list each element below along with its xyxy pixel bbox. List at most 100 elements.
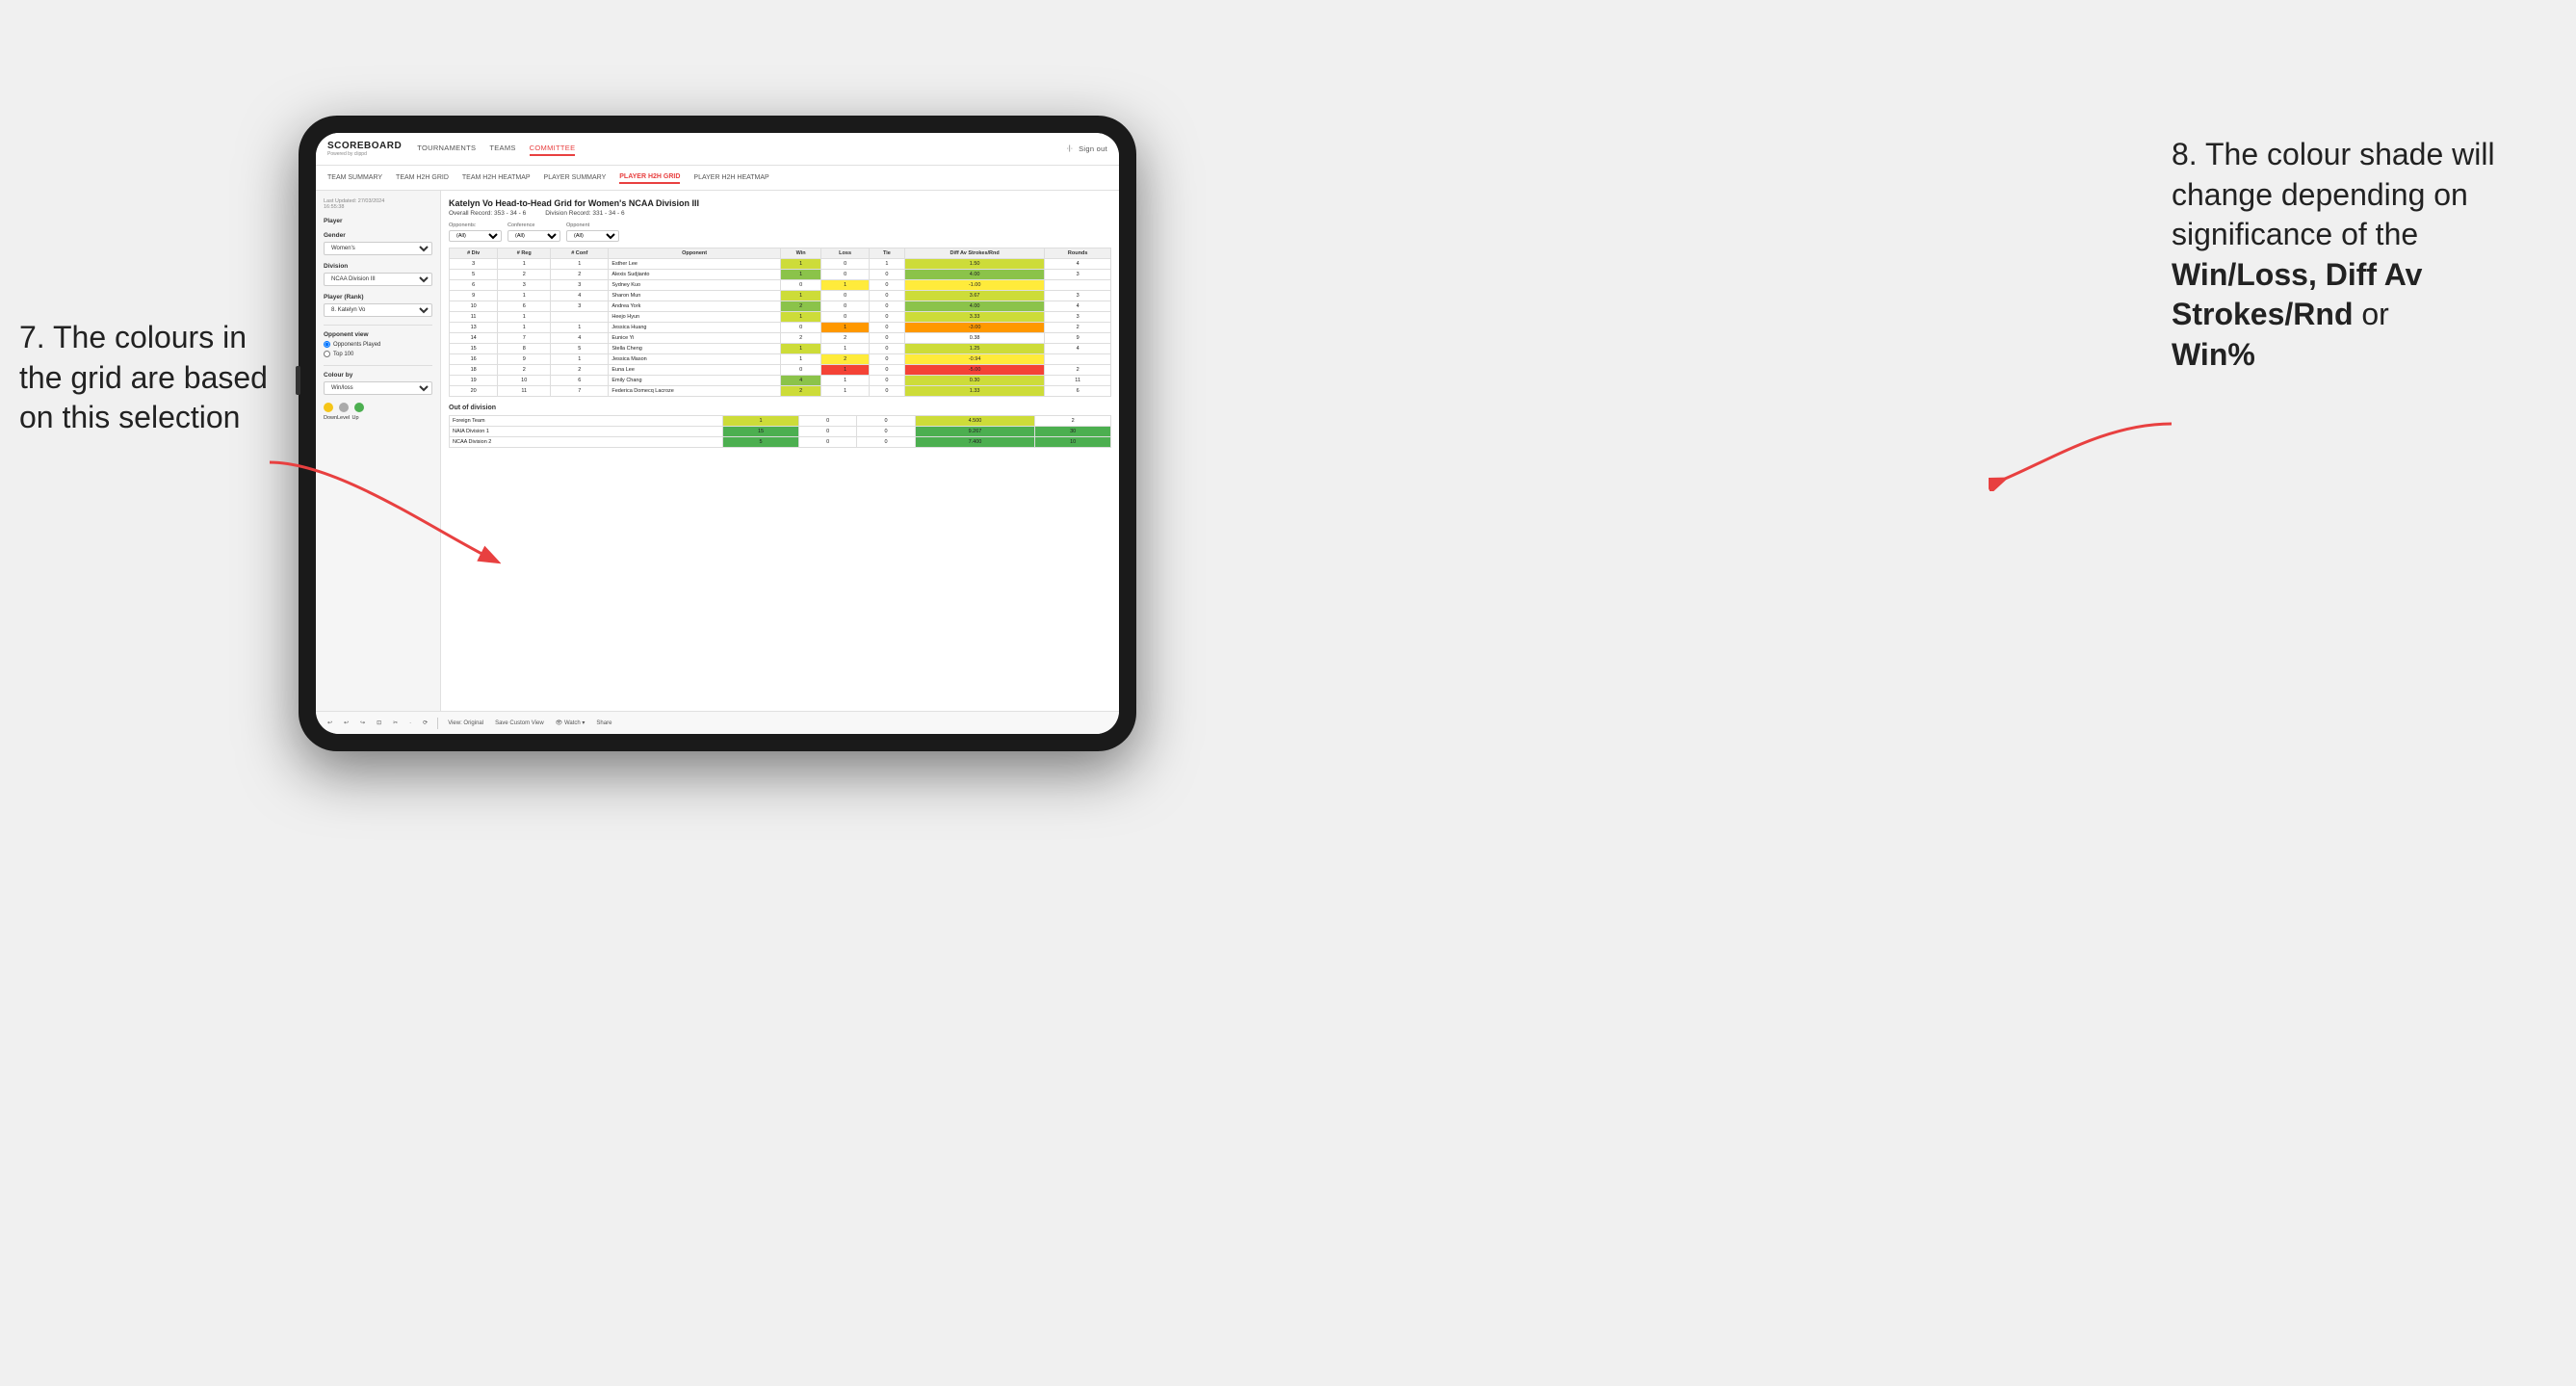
- nav-icon: ·|·: [1067, 145, 1073, 152]
- toolbar-more[interactable]: ·: [405, 719, 415, 728]
- td-diff: -5.00: [904, 365, 1044, 376]
- toolbar-undo[interactable]: ↩: [324, 718, 336, 728]
- filter-opponent-select[interactable]: (All): [566, 230, 619, 242]
- dot-label-level: Level: [337, 415, 347, 421]
- td-name: Foreign Team: [450, 416, 723, 427]
- sidebar-player-section: Player: [324, 218, 432, 224]
- table-row: 6 3 3 Sydney Kuo 0 1 0 -1.00: [450, 280, 1111, 291]
- subnav-player-h2h-grid[interactable]: PLAYER H2H GRID: [619, 171, 680, 184]
- th-loss: Loss: [821, 248, 870, 259]
- td-diff: 0.30: [904, 376, 1044, 386]
- td-div: 20: [450, 386, 498, 397]
- main-content: Last Updated: 27/03/2024 16:55:38 Player…: [316, 191, 1119, 711]
- td-diff: 4.00: [904, 301, 1044, 312]
- td-tie: 0: [869, 323, 904, 333]
- td-name: Esther Lee: [609, 259, 780, 270]
- sidebar-gender-label: Gender: [324, 232, 432, 239]
- subnav-team-h2h-grid[interactable]: TEAM H2H GRID: [396, 172, 449, 183]
- td-name: Sharon Mun: [609, 291, 780, 301]
- td-win: 4: [780, 376, 821, 386]
- table-row: 15 8 5 Stella Cheng 1 1 0 1.25 4: [450, 344, 1111, 354]
- toolbar-cut[interactable]: ✂: [389, 718, 402, 728]
- toolbar-copy[interactable]: ⊡: [373, 718, 385, 728]
- td-diff: 3.67: [904, 291, 1044, 301]
- sidebar-gender-select[interactable]: Women's: [324, 242, 432, 255]
- toolbar-share[interactable]: Share: [592, 719, 615, 728]
- td-conf: 1: [551, 259, 609, 270]
- td-win: 1: [780, 344, 821, 354]
- table-row: 13 1 1 Jessica Huang 0 1 0 -3.00 2: [450, 323, 1111, 333]
- td-rounds: 3: [1045, 312, 1111, 323]
- logo: SCOREBOARD Powered by clippd: [327, 142, 417, 157]
- sidebar-division-section: Division NCAA Division III: [324, 263, 432, 286]
- logo-text: SCOREBOARD: [327, 142, 402, 151]
- filter-opponents-select[interactable]: (All): [449, 230, 502, 242]
- td-tie: 0: [869, 280, 904, 291]
- td-diff: 1.50: [904, 259, 1044, 270]
- toolbar-sep: [437, 718, 438, 729]
- toolbar-undo2[interactable]: ↩: [340, 718, 352, 728]
- toolbar-save-custom[interactable]: Save Custom View: [491, 719, 548, 728]
- subnav-player-summary[interactable]: PLAYER SUMMARY: [544, 172, 607, 183]
- sidebar-player-rank-select[interactable]: 8. Katelyn Vo: [324, 303, 432, 317]
- logo-sub: Powered by clippd: [327, 151, 417, 157]
- toolbar-watch[interactable]: 👁 Watch ▾: [552, 718, 589, 728]
- filter-conference: Conference (All): [507, 222, 560, 242]
- td-rounds: 10: [1035, 437, 1111, 448]
- td-div: 18: [450, 365, 498, 376]
- td-conf: 4: [551, 291, 609, 301]
- th-rounds: Rounds: [1045, 248, 1111, 259]
- td-rounds: 2: [1035, 416, 1111, 427]
- td-win: 2: [780, 386, 821, 397]
- toolbar-redo[interactable]: ↪: [356, 718, 369, 728]
- td-loss: 1: [821, 365, 870, 376]
- arrow-left-svg: [260, 453, 501, 568]
- td-conf: 5: [551, 344, 609, 354]
- table-row: 19 10 6 Emily Chang 4 1 0 0.30 11: [450, 376, 1111, 386]
- sub-nav: TEAM SUMMARY TEAM H2H GRID TEAM H2H HEAT…: [316, 166, 1119, 191]
- td-reg: 1: [498, 312, 551, 323]
- td-reg: 2: [498, 270, 551, 280]
- subnav-team-summary[interactable]: TEAM SUMMARY: [327, 172, 382, 183]
- td-name: Sydney Kuo: [609, 280, 780, 291]
- td-reg: 2: [498, 365, 551, 376]
- td-tie: 0: [857, 427, 915, 437]
- th-div: # Div: [450, 248, 498, 259]
- td-loss: 1: [821, 344, 870, 354]
- subnav-team-h2h-heatmap[interactable]: TEAM H2H HEATMAP: [462, 172, 531, 183]
- radio-opponents-played[interactable]: Opponents Played: [324, 341, 432, 348]
- subnav-player-h2h-heatmap[interactable]: PLAYER H2H HEATMAP: [693, 172, 768, 183]
- td-reg: 6: [498, 301, 551, 312]
- radio-top-100[interactable]: Top 100: [324, 351, 432, 357]
- table-row: 11 1 Heejo Hyun 1 0 0 3.33 3: [450, 312, 1111, 323]
- td-name: Stella Cheng: [609, 344, 780, 354]
- table-row: 16 9 1 Jessica Mason 1 2 0 -0.94: [450, 354, 1111, 365]
- td-loss: 0: [798, 437, 856, 448]
- nav-teams[interactable]: TEAMS: [489, 142, 515, 156]
- td-loss: 0: [821, 291, 870, 301]
- toolbar-view-original[interactable]: View: Original: [444, 719, 487, 728]
- td-diff: 1.33: [904, 386, 1044, 397]
- td-div: 3: [450, 259, 498, 270]
- sidebar-division-select[interactable]: NCAA Division III: [324, 273, 432, 286]
- td-reg: 10: [498, 376, 551, 386]
- td-conf: 3: [551, 280, 609, 291]
- out-of-division-header: Out of division: [449, 405, 1111, 411]
- sidebar-opponent-view-section: Opponent view Opponents Played Top 100: [324, 331, 432, 357]
- td-name: Eunice Yi: [609, 333, 780, 344]
- sidebar-colour-by-select[interactable]: Win/loss: [324, 381, 432, 395]
- radio-top-100-input[interactable]: [324, 351, 330, 357]
- filters-row: Opponents: (All) Conference (All) Oppone…: [449, 222, 1111, 242]
- sidebar-gender-section: Gender Women's: [324, 232, 432, 255]
- dot-label-up: Up: [351, 415, 360, 421]
- td-div: 14: [450, 333, 498, 344]
- nav-committee[interactable]: COMMITTEE: [530, 142, 576, 156]
- filter-conference-select[interactable]: (All): [507, 230, 560, 242]
- td-loss: 0: [821, 270, 870, 280]
- out-of-division-table: Foreign Team 1 0 0 4.500 2 NAIA Division…: [449, 415, 1111, 448]
- toolbar-refresh[interactable]: ⟳: [419, 718, 431, 728]
- nav-tournaments[interactable]: TOURNAMENTS: [417, 142, 476, 156]
- radio-opponents-played-input[interactable]: [324, 341, 330, 348]
- td-rounds: 30: [1035, 427, 1111, 437]
- nav-sign-out[interactable]: Sign out: [1079, 143, 1107, 155]
